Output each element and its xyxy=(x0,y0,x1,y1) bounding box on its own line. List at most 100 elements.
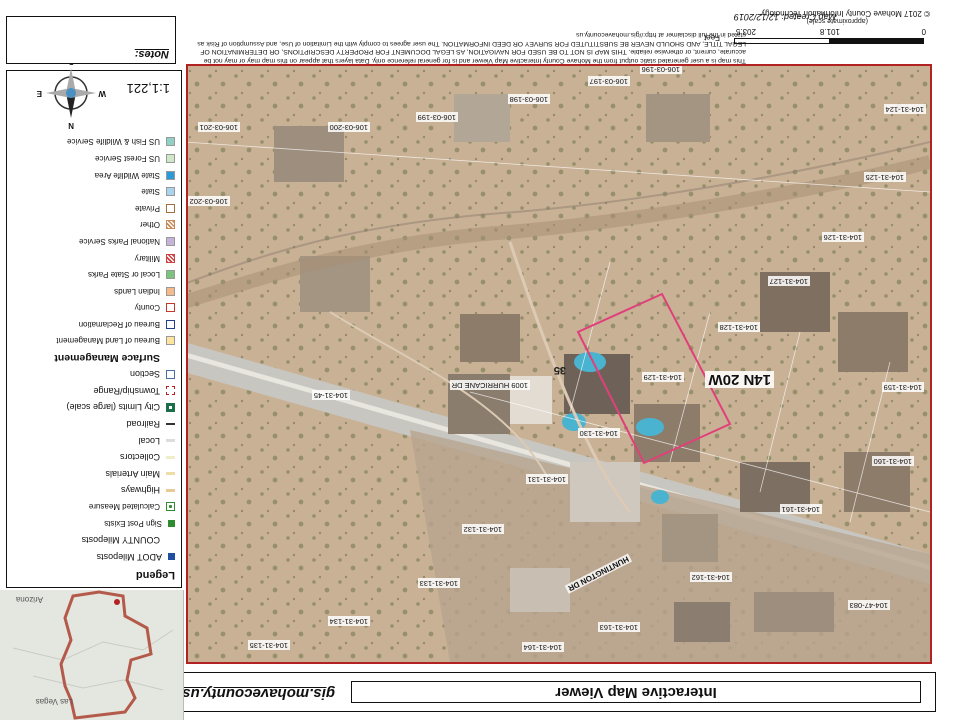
parcel-label[interactable]: 104-47-083 xyxy=(847,600,890,610)
legend-item-label: Sign Post Exists xyxy=(104,519,162,529)
parcel-label[interactable]: 104-31-127 xyxy=(767,276,810,286)
legend-item: State xyxy=(11,183,175,200)
scale-approx-note: (approximate scale) xyxy=(806,17,868,24)
legend-swatch-icon xyxy=(166,187,175,197)
parcel-label[interactable]: 104-31-133 xyxy=(417,578,460,588)
township-range-label: 14N 20W xyxy=(705,371,774,388)
legend-swatch-icon xyxy=(166,502,175,512)
legend-swatch-icon xyxy=(166,336,175,346)
legend-item: City Limits (large scale) xyxy=(11,399,175,416)
legend-item-label: National Parks Service xyxy=(79,236,160,246)
legend-panel: Legend ADOT Mileposts COUNTY Mileposts Sig… xyxy=(6,70,182,588)
legend-item-label: Private xyxy=(135,203,160,213)
legend-item: Section xyxy=(11,366,175,383)
legend-item: Private xyxy=(11,200,175,217)
legend-item: Indian Lands xyxy=(11,283,175,300)
parcel-label[interactable]: 106-03-200 xyxy=(327,122,370,132)
parcel-label[interactable]: 104-31-131 xyxy=(525,474,568,484)
legend-item: Collectors xyxy=(11,449,175,466)
legend-item-label: Surface Management xyxy=(54,351,160,364)
parcel-label[interactable]: 104-31-125 xyxy=(863,172,906,182)
parcel-label[interactable]: 104-31-159 xyxy=(881,382,924,392)
parcel-label[interactable]: 104-31-124 xyxy=(883,104,926,114)
legend-swatch-icon xyxy=(166,137,175,147)
legend-title: Legend xyxy=(135,569,175,581)
legend-item-label: COUNTY Mileposts xyxy=(81,535,160,546)
legend-item: County xyxy=(11,300,175,317)
parcel-label[interactable]: 106-03-202 xyxy=(187,196,230,206)
legend-item-label: ADOT Mileposts xyxy=(96,551,162,562)
parcel-label[interactable]: 104-31-164 xyxy=(521,642,564,652)
inset-label-las-vegas: Las Vegas xyxy=(35,697,73,706)
legend-item: Bureau of Reclamation xyxy=(11,316,175,333)
legend-swatch-icon xyxy=(166,270,175,280)
site-url-link[interactable]: gis.mohavecounty.us xyxy=(182,685,335,702)
legend-swatch-icon xyxy=(166,303,175,313)
legend-item-label: State Wildlife Area xyxy=(94,170,160,180)
legend-item-label: Military xyxy=(134,253,160,263)
legend-item-label: Railroad xyxy=(126,418,160,429)
legend-swatch-icon xyxy=(166,488,175,492)
legend-item: State Wildlife Area xyxy=(11,167,175,184)
legend-swatch-icon xyxy=(166,153,175,163)
parcel-label[interactable]: 104-31-160 xyxy=(871,456,914,466)
legend-item-label: Main Arterials xyxy=(105,468,160,479)
parcel-label[interactable]: 104-31-161 xyxy=(779,504,822,514)
legend-item-label: Collectors xyxy=(119,452,160,463)
legend-item: Surface Management xyxy=(11,349,175,366)
legend-item: Local xyxy=(11,432,175,449)
legend-swatch-icon xyxy=(166,455,175,459)
parcel-label[interactable]: 106-03-198 xyxy=(507,94,550,104)
parcel-label[interactable]: 106-03-196 xyxy=(639,64,682,74)
copyright-text: © 2017 Mohave County Information Technol… xyxy=(761,9,930,18)
disclaimer-text: This map is a user generated static outp… xyxy=(197,31,746,64)
legend-item-label: Bureau of Reclamation xyxy=(78,319,160,329)
legend-item-label: US Forest Service xyxy=(95,153,160,163)
legend-item: Calculated Measure xyxy=(11,499,175,516)
legend-item: Military xyxy=(11,250,175,267)
legend-swatch-icon xyxy=(166,236,175,246)
notes-title: Notes: xyxy=(134,48,169,60)
parcel-label[interactable]: 104-31-162 xyxy=(689,572,732,582)
parcel-label[interactable]: 104-31-130 xyxy=(577,428,620,438)
legend-item-label: State xyxy=(141,187,160,197)
legend-item: US Fish & Wildlife Service xyxy=(11,134,175,151)
parcel-label[interactable]: 104-31-126 xyxy=(821,232,864,242)
parcel-label[interactable]: 104-31-129 xyxy=(641,372,684,382)
parcel-label[interactable]: 106-03-197 xyxy=(587,76,630,86)
legend-item-label: Local xyxy=(138,435,160,446)
legend-item-label: Other xyxy=(139,220,160,230)
legend-item: Township/Range xyxy=(11,382,175,399)
legend-item: COUNTY Mileposts xyxy=(11,532,175,549)
compass-n-label: N xyxy=(68,121,74,130)
legend-swatch-icon xyxy=(166,286,175,296)
parcel-label[interactable]: 104-31-134 xyxy=(327,616,370,626)
notes-box: Notes: xyxy=(6,16,176,64)
legend-swatch-icon xyxy=(166,386,175,396)
compass-w-label: W xyxy=(98,89,106,98)
legend-item: Railroad xyxy=(11,416,175,433)
legend-item-label: City Limits (large scale) xyxy=(66,402,160,413)
parcel-label[interactable]: 106-03-199 xyxy=(415,112,458,122)
legend-swatch-icon xyxy=(166,439,175,443)
legend-item-label: Indian Lands xyxy=(114,286,160,296)
address-label[interactable]: 1009 HURRICANE DR xyxy=(449,380,530,390)
parcel-label[interactable]: 104-31-163 xyxy=(597,622,640,632)
parcel-label[interactable]: 104-31-135 xyxy=(247,640,290,650)
parcel-label[interactable]: 104-31-132 xyxy=(461,524,504,534)
scale-tick-2: 203.5 xyxy=(735,27,756,36)
legend-item-label: Township/Range xyxy=(93,385,160,396)
legend-item-label: Section xyxy=(129,369,160,380)
compass-rose-icon xyxy=(46,68,96,118)
legend-item: Main Arterials xyxy=(11,465,175,482)
legend-swatch-icon xyxy=(168,520,175,528)
parcel-label[interactable]: 106-03-201 xyxy=(197,122,240,132)
legend-swatch-icon xyxy=(168,553,175,561)
scale-units: Feet xyxy=(703,33,720,42)
aerial-map[interactable]: 106-03-201 106-03-200 106-03-199 106-03-… xyxy=(186,64,932,664)
legend-item: Sign Post Exists xyxy=(11,515,175,532)
scale-ratio: 1:1,221 xyxy=(126,81,170,96)
parcel-label[interactable]: 104-31-128 xyxy=(717,322,760,332)
legend-swatch-icon xyxy=(166,319,175,329)
parcel-label[interactable]: 104-31-45 xyxy=(311,390,350,400)
